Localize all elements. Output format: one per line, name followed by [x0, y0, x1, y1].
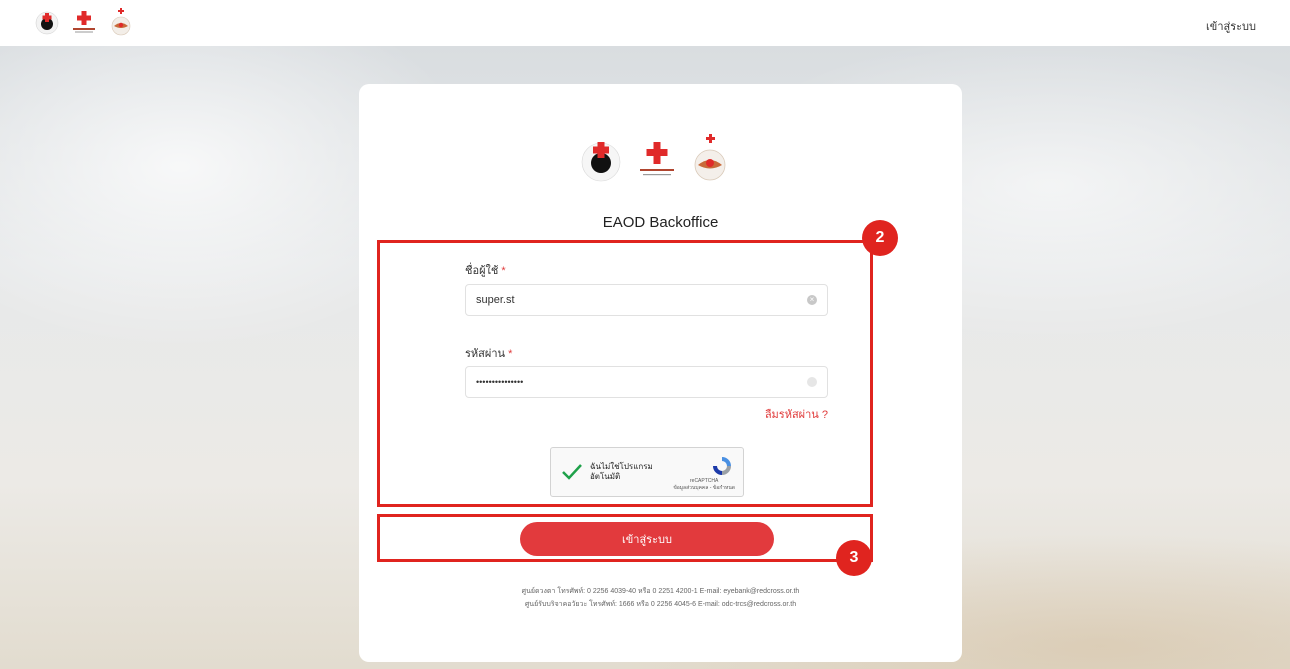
header-logos — [34, 8, 134, 36]
organ-donation-logo-icon — [111, 8, 131, 36]
card-logos — [576, 134, 732, 182]
footer-contact-organ-center: ศูนย์รับบริจาคอวัยวะ โทรศัพท์: 1666 หรือ… — [524, 601, 797, 608]
annotation-box-login — [377, 514, 873, 562]
annotation-badge-3: 3 — [836, 540, 872, 576]
annotation-box-credentials — [377, 240, 873, 507]
header-login-link[interactable]: เข้าสู่ระบบ — [1206, 17, 1256, 35]
red-cross-logo-icon — [73, 11, 95, 33]
annotation-badge-2: 2 — [862, 220, 898, 256]
footer-contact-eye-bank: ศูนย์ดวงตา โทรศัพท์: 0 2256 4039-40 หรือ… — [521, 588, 800, 595]
eye-bank-logo-icon — [581, 142, 621, 182]
eye-bank-logo-icon — [35, 11, 59, 35]
top-navbar: เข้าสู่ระบบ — [0, 0, 1290, 46]
organ-donation-logo-icon — [694, 134, 726, 181]
red-cross-logo-icon — [640, 142, 674, 176]
